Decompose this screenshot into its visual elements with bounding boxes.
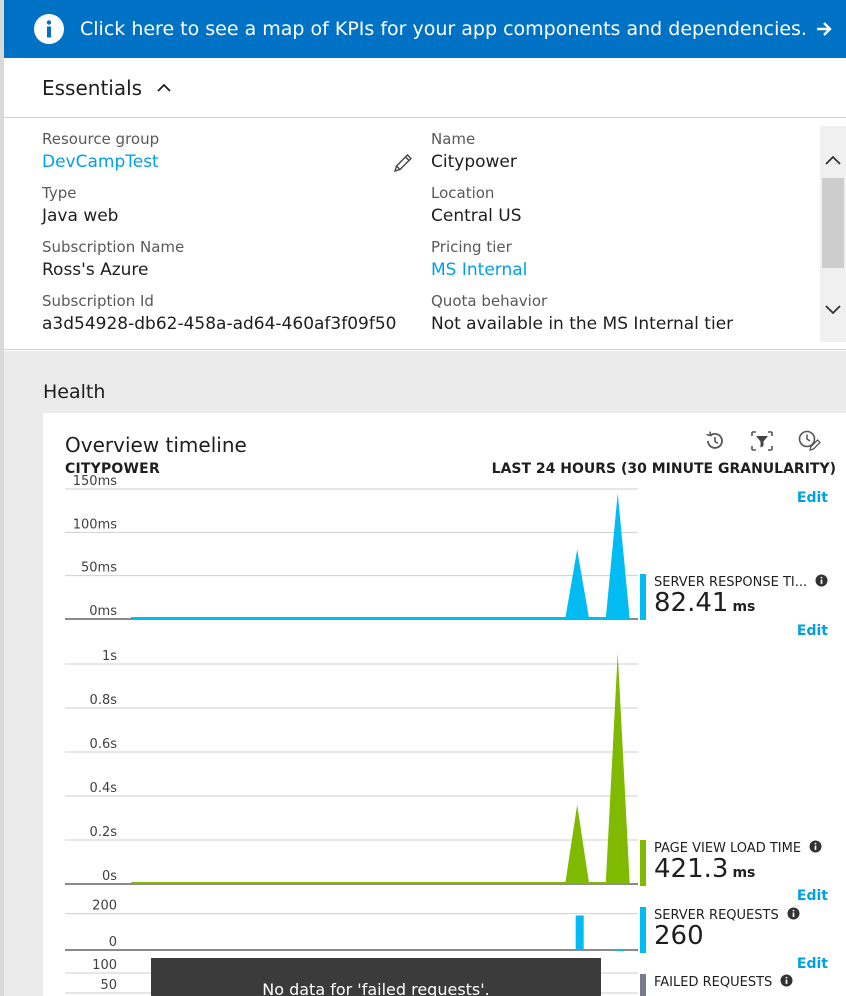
info-icon[interactable]: [815, 574, 828, 591]
y-tick-label: 200: [92, 899, 117, 914]
y-tick-label: 1s: [102, 649, 117, 664]
resource-group-link[interactable]: DevCampTest: [42, 152, 159, 172]
metric-value-wrap: 260: [654, 921, 704, 951]
y-tick-label: 0.6s: [90, 737, 118, 752]
y-tick-label: 0.8s: [90, 693, 118, 708]
y-tick-label: 100: [92, 958, 117, 973]
name-label: Name: [431, 130, 476, 148]
y-tick-label: 150ms: [73, 474, 117, 489]
info-icon[interactable]: [787, 907, 800, 924]
info-icon: [34, 14, 64, 44]
y-tick-label: 50: [100, 978, 117, 993]
metric-server-response-time[interactable]: SERVER RESPONSE TI... 82.41 ms: [640, 574, 840, 620]
series-peak: [565, 549, 590, 619]
series-peak: [605, 653, 630, 884]
metric-failed-requests[interactable]: FAILED REQUESTS: [640, 974, 840, 996]
series-peak: [565, 804, 590, 884]
info-icon[interactable]: [809, 840, 822, 857]
chevron-up-icon[interactable]: [156, 82, 172, 94]
pencil-icon[interactable]: [392, 152, 414, 178]
essentials-title: Essentials: [42, 75, 143, 100]
arrow-right-icon: [815, 20, 833, 38]
metric-color-bar: [640, 974, 646, 996]
no-data-overlay: No data for 'failed requests'.: [151, 958, 601, 996]
chevron-up-icon[interactable]: [820, 140, 846, 180]
type-value: Java web: [42, 206, 119, 226]
quota-behavior-label: Quota behavior: [431, 292, 548, 310]
pricing-tier-link[interactable]: MS Internal: [431, 260, 527, 280]
bar: [575, 915, 584, 950]
metric-color-bar: [640, 574, 646, 620]
subscription-name-label: Subscription Name: [42, 238, 185, 256]
series-peak: [605, 493, 630, 619]
essentials-panel: Resource group DevCampTest Type Java web…: [4, 118, 846, 350]
metric-name-wrap: FAILED REQUESTS: [654, 974, 793, 991]
y-tick-label: 0s: [102, 869, 117, 884]
edit-link-failed-requests[interactable]: Edit: [797, 956, 828, 972]
y-tick-label: 100ms: [73, 517, 117, 532]
metric-unit: ms: [732, 865, 756, 881]
y-tick-label: 0: [109, 935, 117, 950]
metric-server-requests[interactable]: SERVER REQUESTS 260: [640, 907, 840, 953]
subscription-name-value: Ross's Azure: [42, 260, 149, 280]
kpi-map-banner[interactable]: Click here to see a map of KPIs for your…: [0, 0, 846, 58]
metric-page-view-load-time[interactable]: PAGE VIEW LOAD TIME 421.3 ms: [640, 840, 840, 886]
edit-link-server-requests[interactable]: Edit: [797, 888, 828, 904]
subscription-id-value: a3d54928-db62-458a-ad64-460af3f09f50: [42, 314, 397, 334]
type-label: Type: [42, 184, 77, 202]
essentials-scrollbar[interactable]: [820, 126, 846, 342]
metric-value-wrap: 82.41 ms: [654, 588, 755, 618]
app-insights-blade: Click here to see a map of KPIs for your…: [0, 0, 846, 996]
edit-link-page-view[interactable]: Edit: [797, 623, 828, 639]
essentials-header: Essentials: [4, 58, 846, 118]
metric-value-wrap: 421.3 ms: [654, 854, 755, 884]
quota-behavior-value: Not available in the MS Internal tier: [431, 314, 734, 334]
metric-value: 260: [654, 921, 704, 951]
chevron-down-icon[interactable]: [820, 290, 846, 330]
y-tick-label: 0ms: [89, 604, 117, 619]
location-label: Location: [431, 184, 495, 202]
metric-color-bar: [640, 840, 646, 886]
metric-unit: ms: [732, 599, 756, 615]
edit-link-response-time[interactable]: Edit: [797, 490, 828, 506]
metric-value: 421.3: [654, 854, 729, 884]
y-tick-label: 0.2s: [90, 825, 118, 840]
scrollbar-thumb[interactable]: [822, 178, 844, 268]
resource-group-label: Resource group: [42, 130, 160, 148]
location-value: Central US: [431, 206, 522, 226]
pricing-tier-label: Pricing tier: [431, 238, 512, 256]
name-value: Citypower: [431, 152, 517, 172]
metric-value: 82.41: [654, 588, 729, 618]
health-title: Health: [43, 381, 106, 403]
metric-color-bar: [640, 907, 646, 953]
y-tick-label: 0.4s: [90, 781, 118, 796]
y-tick-label: 50ms: [81, 561, 117, 576]
info-icon[interactable]: [780, 974, 793, 991]
bar: [616, 949, 625, 952]
banner-text: Click here to see a map of KPIs for your…: [80, 18, 807, 40]
subscription-id-label: Subscription Id: [42, 292, 154, 310]
overview-timeline-tile[interactable]: Overview timeline CITYPOWER LAST 24 HOUR…: [43, 413, 846, 996]
metric-name: FAILED REQUESTS: [654, 975, 773, 990]
